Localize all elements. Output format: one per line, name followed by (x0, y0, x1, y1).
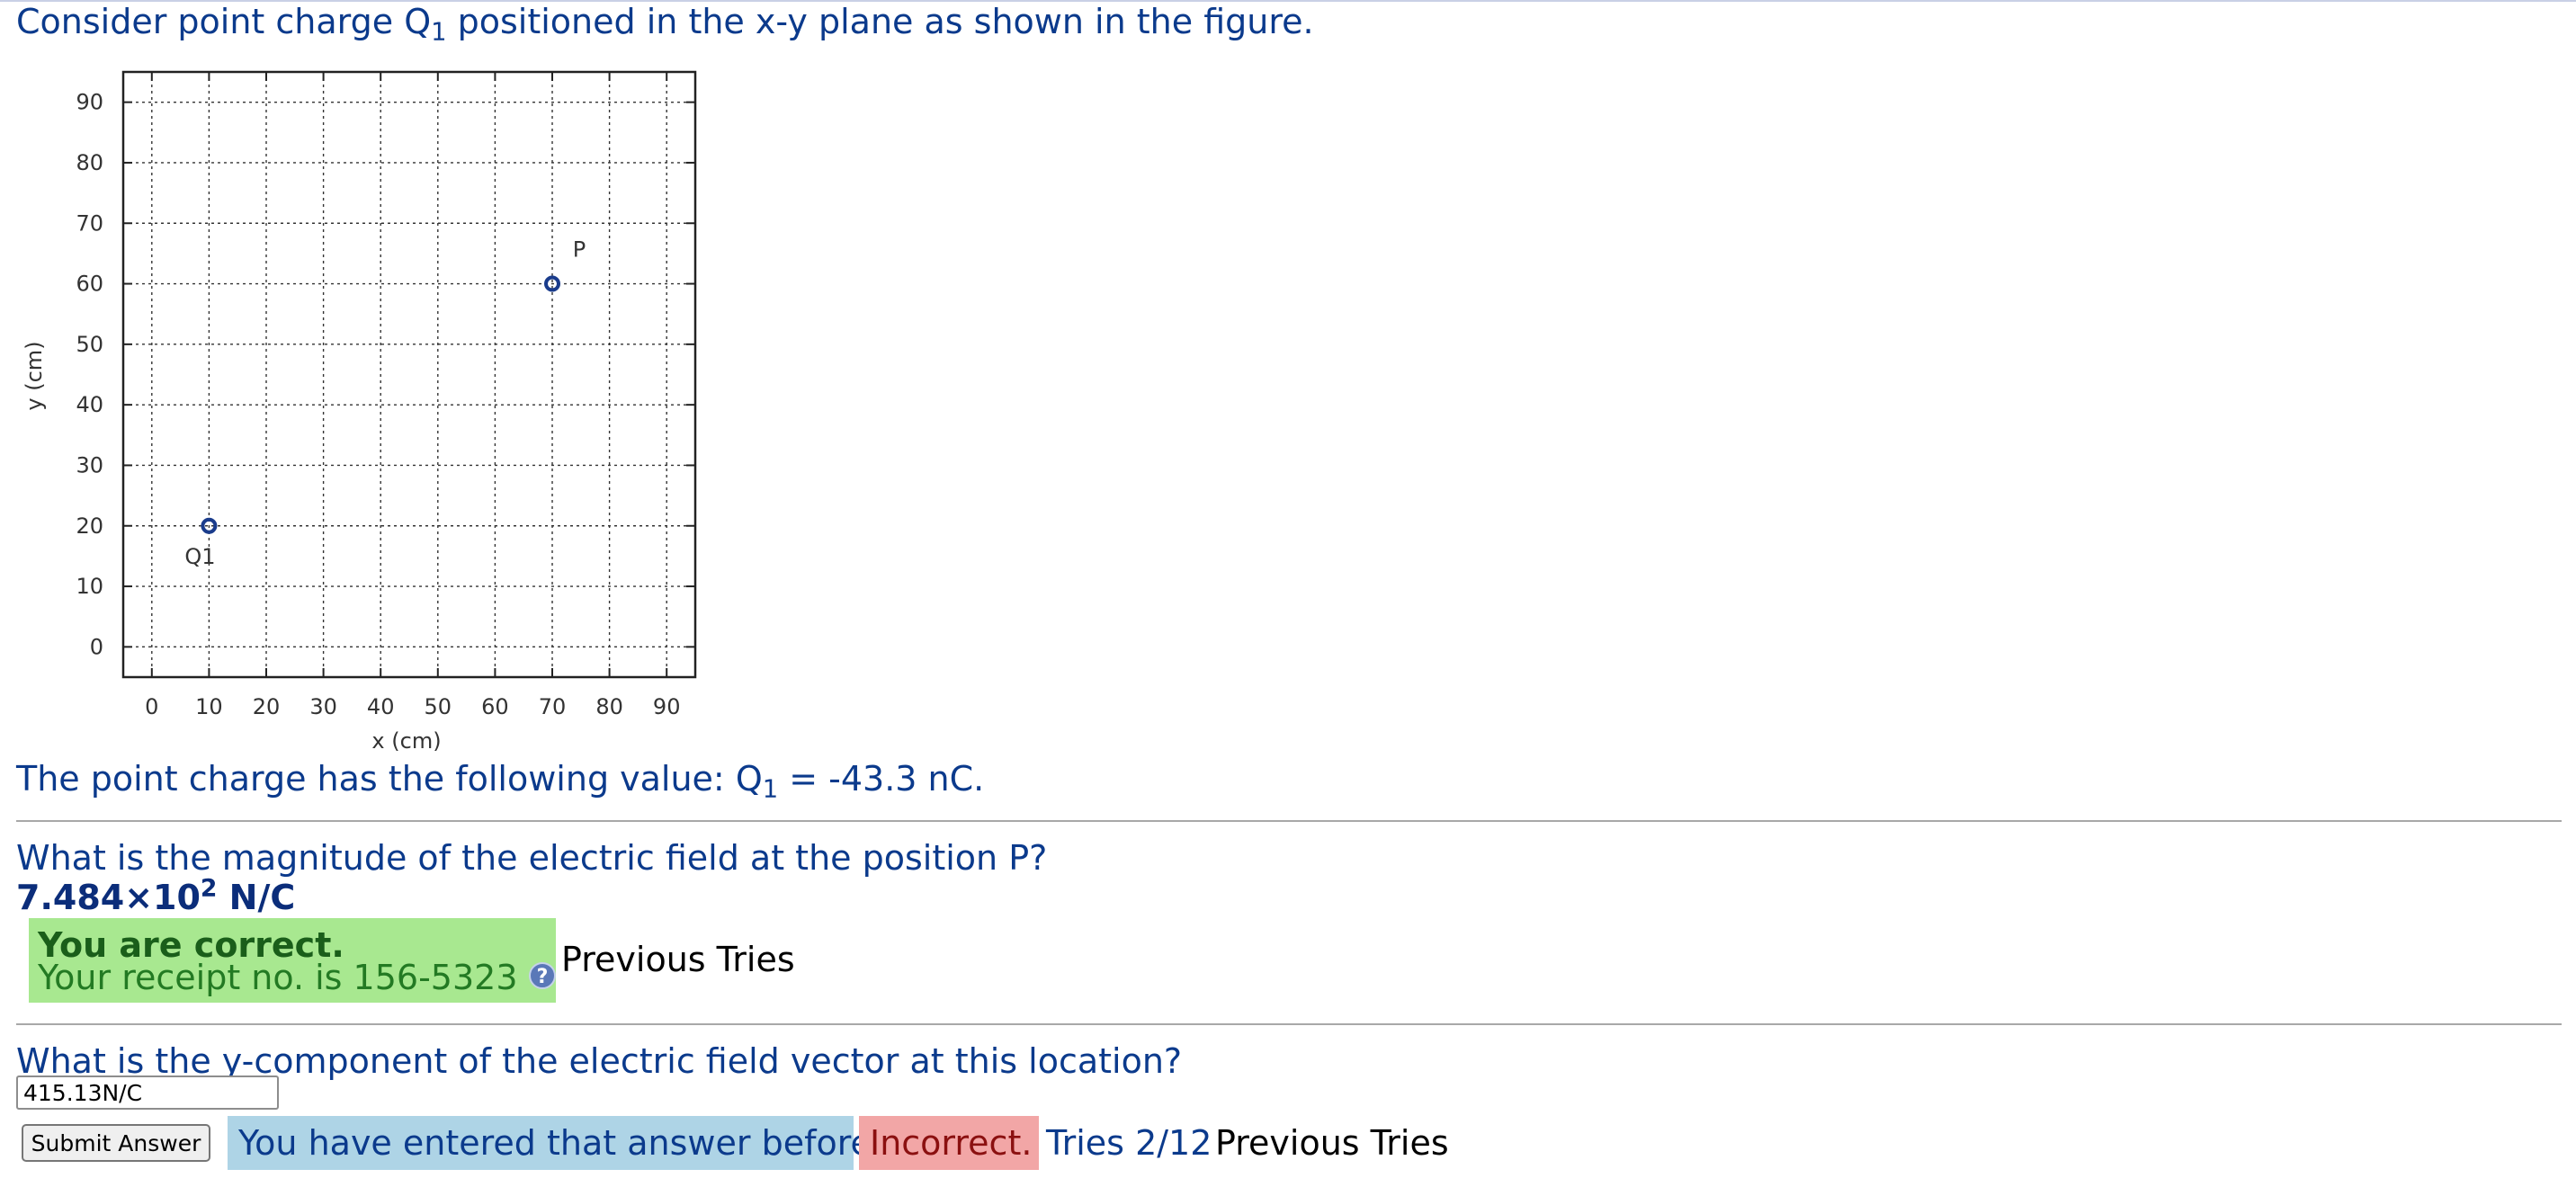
previous-tries-link-1[interactable]: Previous Tries (561, 940, 795, 979)
y-tick-label: 50 (76, 332, 103, 357)
incorrect-text: Incorrect. (870, 1123, 1033, 1163)
receipt-text: Your receipt no. is 156-5323 (38, 958, 518, 997)
y-axis-label: y (cm) (22, 341, 47, 410)
x-tick-label: 30 (309, 694, 337, 719)
y-tick-label: 40 (76, 392, 103, 417)
x-tick-label: 0 (145, 694, 158, 719)
y-tick-label: 80 (76, 150, 103, 175)
entered-before-text: You have entered that answer before (238, 1123, 872, 1163)
x-tick-label: 90 (653, 694, 681, 719)
question-1-answer: 7.484×102 N/C (16, 874, 296, 917)
x-tick-label: 60 (481, 694, 509, 719)
divider-2 (16, 1023, 2562, 1025)
divider-1 (16, 820, 2562, 822)
point-label-p: P (573, 237, 586, 263)
charge-value-text: The point charge has the following value… (16, 759, 985, 804)
question-1-text: What is the magnitude of the electric fi… (16, 838, 1048, 878)
y-tick-label: 30 (76, 452, 103, 477)
y-tick-label: 60 (76, 272, 103, 297)
x-tick-label: 20 (253, 694, 281, 719)
y-tick-label: 20 (76, 513, 103, 539)
y-tick-label: 90 (76, 90, 103, 115)
correct-status-box: You are correct. Your receipt no. is 156… (29, 918, 556, 1003)
y-tick-label: 10 (76, 574, 103, 599)
previous-tries-link-2[interactable]: Previous Tries (1215, 1123, 1449, 1163)
submit-answer-button[interactable]: Submit Answer (22, 1124, 210, 1162)
x-tick-label: 70 (539, 694, 567, 719)
x-tick-label: 80 (595, 694, 623, 719)
x-tick-label: 40 (367, 694, 395, 719)
help-icon[interactable]: ? (529, 962, 556, 989)
y-tick-label: 70 (76, 210, 103, 236)
x-tick-label: 10 (195, 694, 223, 719)
entered-before-notice: You have entered that answer before (228, 1116, 872, 1170)
x-tick-label: 50 (425, 694, 452, 719)
point-label-q1: Q1 (184, 544, 215, 569)
x-axis-label: x (cm) (371, 728, 441, 754)
charge-position-plot: 0 10 20 30 40 50 60 70 80 90 0 10 20 30 40 50 60 70 80 90 Q… (22, 70, 697, 754)
y-tick-label: 0 (90, 634, 103, 659)
incorrect-status-box: Incorrect. (859, 1116, 1039, 1170)
intro-text: Consider point charge Q1 positioned in t… (16, 2, 1314, 47)
answer-input[interactable] (16, 1075, 279, 1110)
tries-counter: Tries 2/12 (1046, 1123, 1212, 1163)
